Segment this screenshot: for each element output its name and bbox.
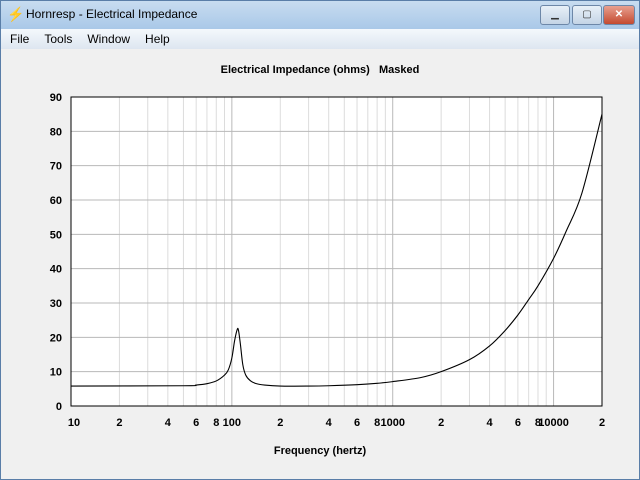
y-tick-label: 50: [50, 229, 62, 241]
x-tick-label: 1000: [380, 417, 404, 429]
y-tick-label: 40: [50, 264, 62, 276]
x-tick-label: 6: [193, 417, 199, 429]
x-tick-label: 10000: [538, 417, 569, 429]
x-tick-label: 2: [599, 417, 605, 429]
y-tick-label: 10: [50, 367, 62, 379]
x-tick-label: 2: [438, 417, 444, 429]
y-tick-label: 20: [50, 332, 62, 344]
x-tick-label: 8: [213, 417, 219, 429]
y-tick-label: 80: [50, 126, 62, 138]
x-tick-label: 4: [487, 417, 494, 429]
impedance-chart: 010203040506070809010 2 4 6 8 100 2 4 6 8 1000 2 4 6 8…: [50, 92, 605, 429]
y-tick-label: 60: [50, 195, 62, 207]
y-tick-label: 90: [50, 92, 62, 104]
x-tick-label: 10: [68, 417, 80, 429]
x-tick-label: 4: [326, 417, 333, 429]
y-tick-label: 0: [56, 401, 62, 413]
x-tick-label: 6: [515, 417, 521, 429]
y-tick-label: 70: [50, 161, 62, 173]
x-tick-label: 100: [223, 417, 241, 429]
x-tick-label: 2: [116, 417, 122, 429]
x-axis-label: Frequency (hertz): [273, 445, 367, 457]
x-tick-label: 8: [374, 417, 380, 429]
x-tick-label: 4: [165, 417, 172, 429]
x-tick-label: 6: [354, 417, 360, 429]
y-tick-label: 30: [50, 298, 62, 310]
plot-area: [71, 97, 602, 406]
x-tick-label: 2: [277, 417, 283, 429]
